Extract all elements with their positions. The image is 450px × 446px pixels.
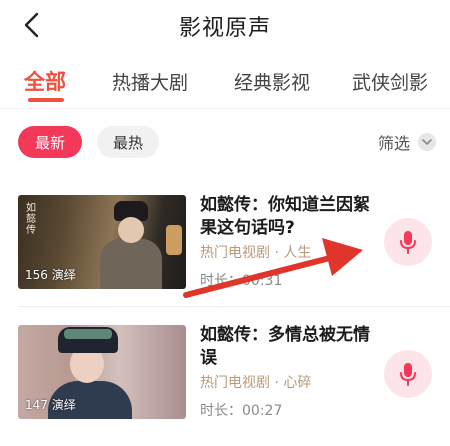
microphone-icon [400,231,416,254]
filter-button[interactable]: 筛选 [378,130,436,154]
filter-label: 筛选 [377,134,410,153]
video-thumbnail[interactable]: 如懿传 156 演绎 [18,195,186,289]
divider [0,108,450,109]
item-title[interactable]: 如懿传：你知道兰因絮果这句话吗? [200,194,372,240]
active-tab-indicator [28,98,64,102]
record-button[interactable] [384,350,432,398]
record-button[interactable] [384,218,432,266]
tab-wuxia[interactable]: 武侠剑影 [352,68,428,95]
list-item[interactable]: 如懿传 156 演绎 如懿传：你知道兰因絮果这句话吗? 热门电视剧 · 人生 时… [0,188,450,306]
category-tabs: 全部 热播大剧 经典影视 武侠剑影 [0,58,450,108]
chevron-down-icon [418,133,436,151]
tab-classic-films[interactable]: 经典影视 [234,68,310,95]
filter-bar: 最新 最热 筛选 [0,118,450,168]
item-tags: 热门电视剧 · 心碎 [200,375,312,391]
microphone-icon [400,363,416,386]
header: 影视原声 [0,0,450,52]
item-title[interactable]: 如懿传：多情总被无情误 [200,324,372,370]
item-duration: 时长：00:31 [200,273,283,289]
item-tags: 热门电视剧 · 人生 [200,245,312,261]
page-title: 影视原声 [178,16,271,41]
video-thumbnail[interactable]: 147 演绎 [18,325,186,419]
sort-latest-chip[interactable]: 最新 [18,126,82,158]
sort-hot-chip[interactable]: 最热 [97,126,159,158]
thumbnail-caption: 如懿传 [26,203,36,236]
divider [18,306,450,307]
tab-all[interactable]: 全部 [24,66,66,96]
item-duration: 时长：00:27 [200,403,283,419]
tab-hot-dramas[interactable]: 热播大剧 [112,68,188,95]
list-item[interactable]: 147 演绎 如懿传：多情总被无情误 热门电视剧 · 心碎 时长：00:27 [0,318,450,436]
play-count: 156 演绎 [25,268,76,282]
play-count: 147 演绎 [25,398,76,412]
